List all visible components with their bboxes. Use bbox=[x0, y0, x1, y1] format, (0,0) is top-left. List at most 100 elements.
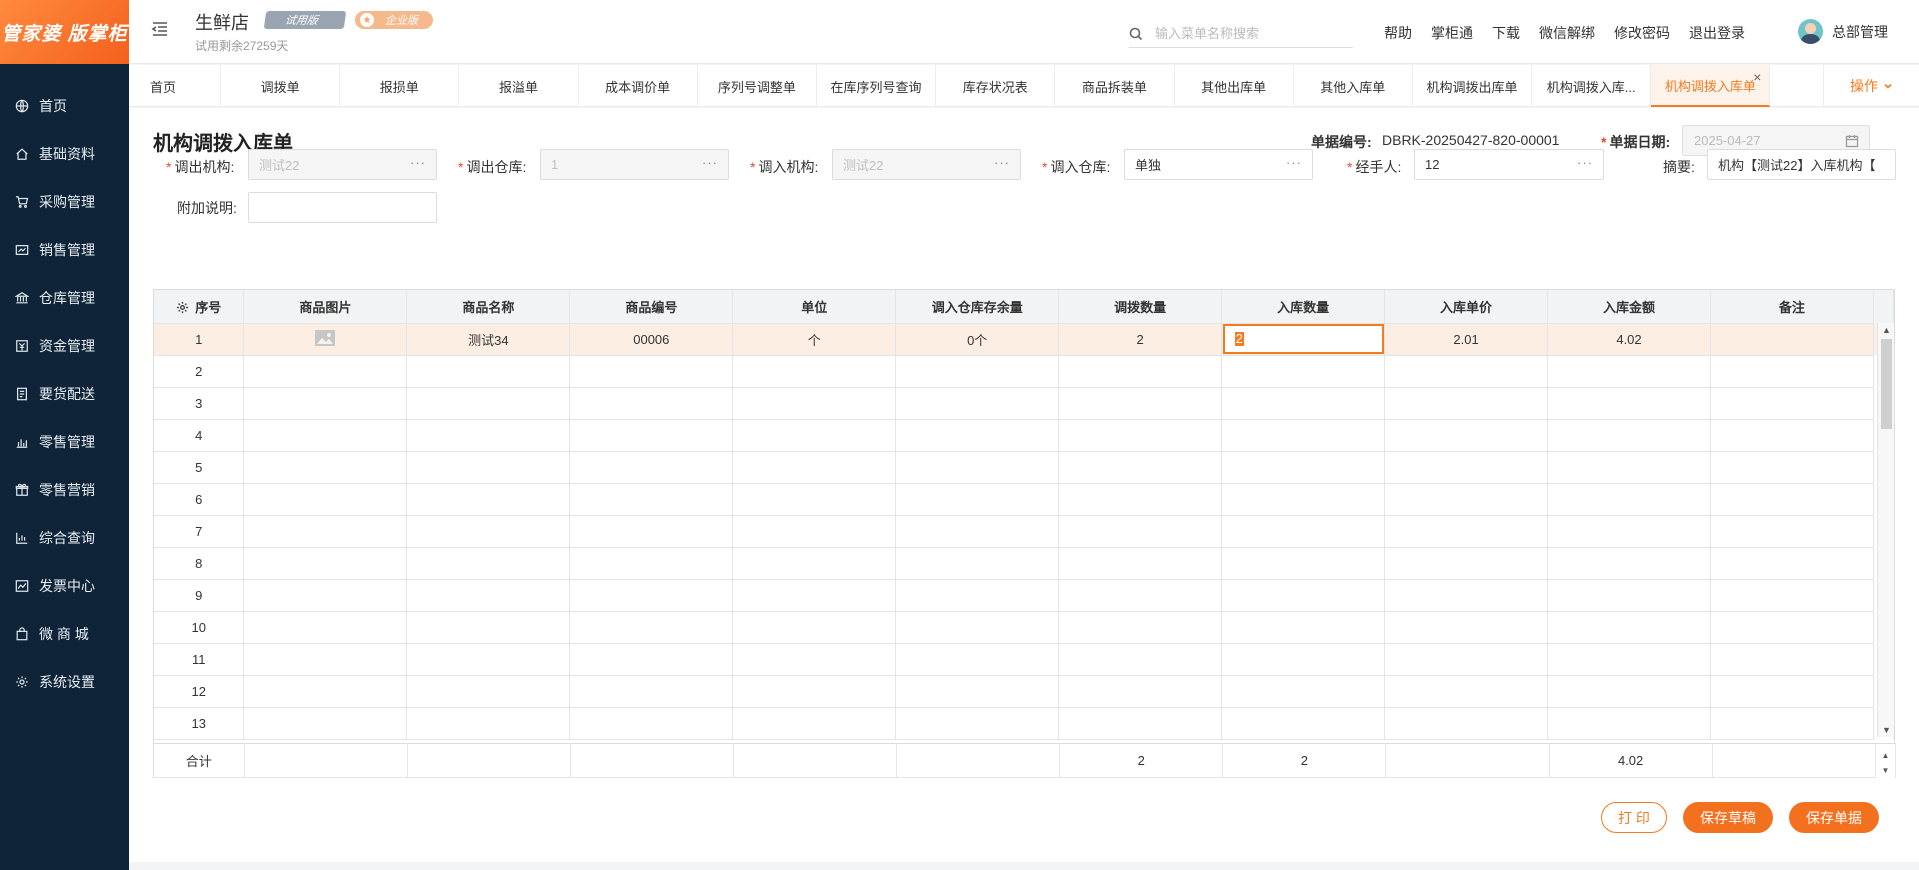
price-cell[interactable]: 2.01 bbox=[1384, 323, 1549, 356]
product-code-cell[interactable] bbox=[569, 611, 734, 644]
image-cell[interactable] bbox=[243, 707, 408, 740]
sidebar-item-warehouse[interactable]: 仓库管理 bbox=[0, 274, 129, 322]
sidebar-item-retail[interactable]: 零售管理 bbox=[0, 418, 129, 466]
amount-cell[interactable] bbox=[1547, 387, 1711, 420]
image-cell[interactable] bbox=[243, 355, 408, 388]
table-row[interactable]: 9 bbox=[154, 579, 1895, 612]
in-qty-input[interactable]: 2 bbox=[1222, 324, 1384, 354]
amount-cell[interactable] bbox=[1547, 515, 1711, 548]
product-name-cell[interactable] bbox=[406, 611, 571, 644]
tab-home[interactable]: 首页 bbox=[129, 65, 221, 107]
sidebar-item-settings[interactable]: 系统设置 bbox=[0, 658, 129, 706]
unit-cell[interactable] bbox=[732, 707, 897, 740]
transfer-qty-cell[interactable] bbox=[1058, 675, 1223, 708]
tab-org-transfer-out[interactable]: 机构调拨出库单 bbox=[1413, 65, 1533, 107]
remark-cell[interactable] bbox=[1710, 707, 1874, 740]
table-row[interactable]: 10 bbox=[154, 611, 1895, 644]
product-name-cell[interactable] bbox=[406, 451, 571, 484]
amount-cell[interactable] bbox=[1547, 451, 1711, 484]
price-cell[interactable] bbox=[1384, 643, 1549, 676]
more-icon[interactable]: ··· bbox=[410, 155, 426, 170]
remark-cell[interactable] bbox=[1710, 483, 1874, 516]
remark-cell[interactable] bbox=[1710, 419, 1874, 452]
scroll-arrows-icon[interactable]: ▲ ▼ bbox=[1881, 751, 1889, 775]
column-header[interactable]: 商品图片 bbox=[243, 290, 408, 324]
tab-other-out[interactable]: 其他出库单 bbox=[1175, 65, 1294, 107]
price-cell[interactable] bbox=[1384, 547, 1549, 580]
stock-cell[interactable] bbox=[895, 387, 1060, 420]
wechat-unbind-link[interactable]: 微信解绑 bbox=[1539, 23, 1595, 43]
stock-cell[interactable] bbox=[895, 483, 1060, 516]
stock-cell[interactable] bbox=[895, 355, 1060, 388]
stock-cell[interactable]: 0个 bbox=[895, 323, 1060, 356]
stock-cell[interactable] bbox=[895, 707, 1060, 740]
in-qty-cell[interactable] bbox=[1221, 387, 1386, 420]
in-qty-cell[interactable] bbox=[1221, 355, 1386, 388]
table-row[interactable]: 1 测试34 00006 个 0个 2 2 2.01 4.02 bbox=[154, 323, 1895, 356]
column-header[interactable]: 商品名称 bbox=[406, 290, 571, 324]
table-row[interactable]: 4 bbox=[154, 419, 1895, 452]
more-icon[interactable]: ··· bbox=[1577, 155, 1593, 170]
in-wh-field[interactable]: 单独 ··· bbox=[1124, 149, 1313, 180]
stock-cell[interactable] bbox=[895, 451, 1060, 484]
stock-cell[interactable] bbox=[895, 547, 1060, 580]
logout-link[interactable]: 退出登录 bbox=[1689, 23, 1745, 43]
product-name-cell[interactable] bbox=[406, 515, 571, 548]
amount-cell[interactable] bbox=[1547, 611, 1711, 644]
tab-disassembly[interactable]: 商品拆装单 bbox=[1055, 65, 1175, 107]
amount-cell[interactable] bbox=[1547, 579, 1711, 612]
vertical-scrollbar[interactable]: ▲ ▼ bbox=[1877, 323, 1894, 737]
product-code-cell[interactable] bbox=[569, 451, 734, 484]
image-cell[interactable] bbox=[243, 611, 408, 644]
product-name-cell[interactable] bbox=[406, 547, 571, 580]
table-row[interactable]: 6 bbox=[154, 483, 1895, 516]
table-row[interactable]: 13 bbox=[154, 707, 1895, 740]
column-header[interactable]: 调拨数量 bbox=[1058, 290, 1223, 324]
summary-field[interactable]: 机构【测试22】入库机构【 bbox=[1707, 149, 1896, 180]
price-cell[interactable] bbox=[1384, 451, 1549, 484]
in-qty-cell[interactable] bbox=[1221, 451, 1386, 484]
product-code-cell[interactable]: 00006 bbox=[569, 323, 734, 356]
price-cell[interactable] bbox=[1384, 355, 1549, 388]
price-cell[interactable] bbox=[1384, 611, 1549, 644]
tab-stock-status[interactable]: 库存状况表 bbox=[936, 65, 1056, 107]
table-row[interactable]: 5 bbox=[154, 451, 1895, 484]
remark-cell[interactable] bbox=[1710, 355, 1874, 388]
more-icon[interactable]: ··· bbox=[994, 155, 1010, 170]
remark-cell[interactable] bbox=[1710, 515, 1874, 548]
tab-overflow[interactable]: 报溢单 bbox=[459, 65, 579, 107]
handler-field[interactable]: 12 ··· bbox=[1414, 149, 1604, 180]
tab-other-in[interactable]: 其他入库单 bbox=[1294, 65, 1413, 107]
in-qty-cell[interactable] bbox=[1221, 419, 1386, 452]
amount-cell[interactable] bbox=[1547, 707, 1711, 740]
image-cell[interactable] bbox=[243, 579, 408, 612]
transfer-qty-cell[interactable] bbox=[1058, 643, 1223, 676]
tab-org-transfer-in-list[interactable]: 机构调拨入库... bbox=[1532, 65, 1652, 107]
in-qty-cell[interactable] bbox=[1221, 547, 1386, 580]
transfer-qty-cell[interactable] bbox=[1058, 355, 1223, 388]
download-link[interactable]: 下载 bbox=[1492, 23, 1520, 43]
amount-cell[interactable] bbox=[1547, 355, 1711, 388]
sidebar-item-distribution[interactable]: 要货配送 bbox=[0, 370, 129, 418]
remark-cell[interactable] bbox=[1710, 387, 1874, 420]
amount-cell[interactable] bbox=[1547, 419, 1711, 452]
image-cell[interactable] bbox=[243, 515, 408, 548]
transfer-qty-cell[interactable] bbox=[1058, 707, 1223, 740]
transfer-qty-cell[interactable] bbox=[1058, 483, 1223, 516]
stock-cell[interactable] bbox=[895, 579, 1060, 612]
sidebar-item-sales[interactable]: 销售管理 bbox=[0, 226, 129, 274]
sidebar-item-invoice[interactable]: 发票中心 bbox=[0, 562, 129, 610]
stock-cell[interactable] bbox=[895, 675, 1060, 708]
column-header[interactable]: 调入仓库存余量 bbox=[895, 290, 1060, 324]
note-field[interactable] bbox=[248, 192, 437, 223]
product-name-cell[interactable] bbox=[406, 419, 571, 452]
scrollbar-thumb[interactable] bbox=[1881, 339, 1892, 429]
scroll-up-icon[interactable]: ▲ bbox=[1882, 325, 1891, 335]
sidebar-item-funds[interactable]: 资金管理 bbox=[0, 322, 129, 370]
sidebar-item-query[interactable]: 综合查询 bbox=[0, 514, 129, 562]
product-code-cell[interactable] bbox=[569, 419, 734, 452]
table-row[interactable]: 3 bbox=[154, 387, 1895, 420]
amount-cell[interactable] bbox=[1547, 675, 1711, 708]
tab-operations-button[interactable]: 操作 bbox=[1823, 65, 1919, 106]
unit-cell[interactable] bbox=[732, 547, 897, 580]
